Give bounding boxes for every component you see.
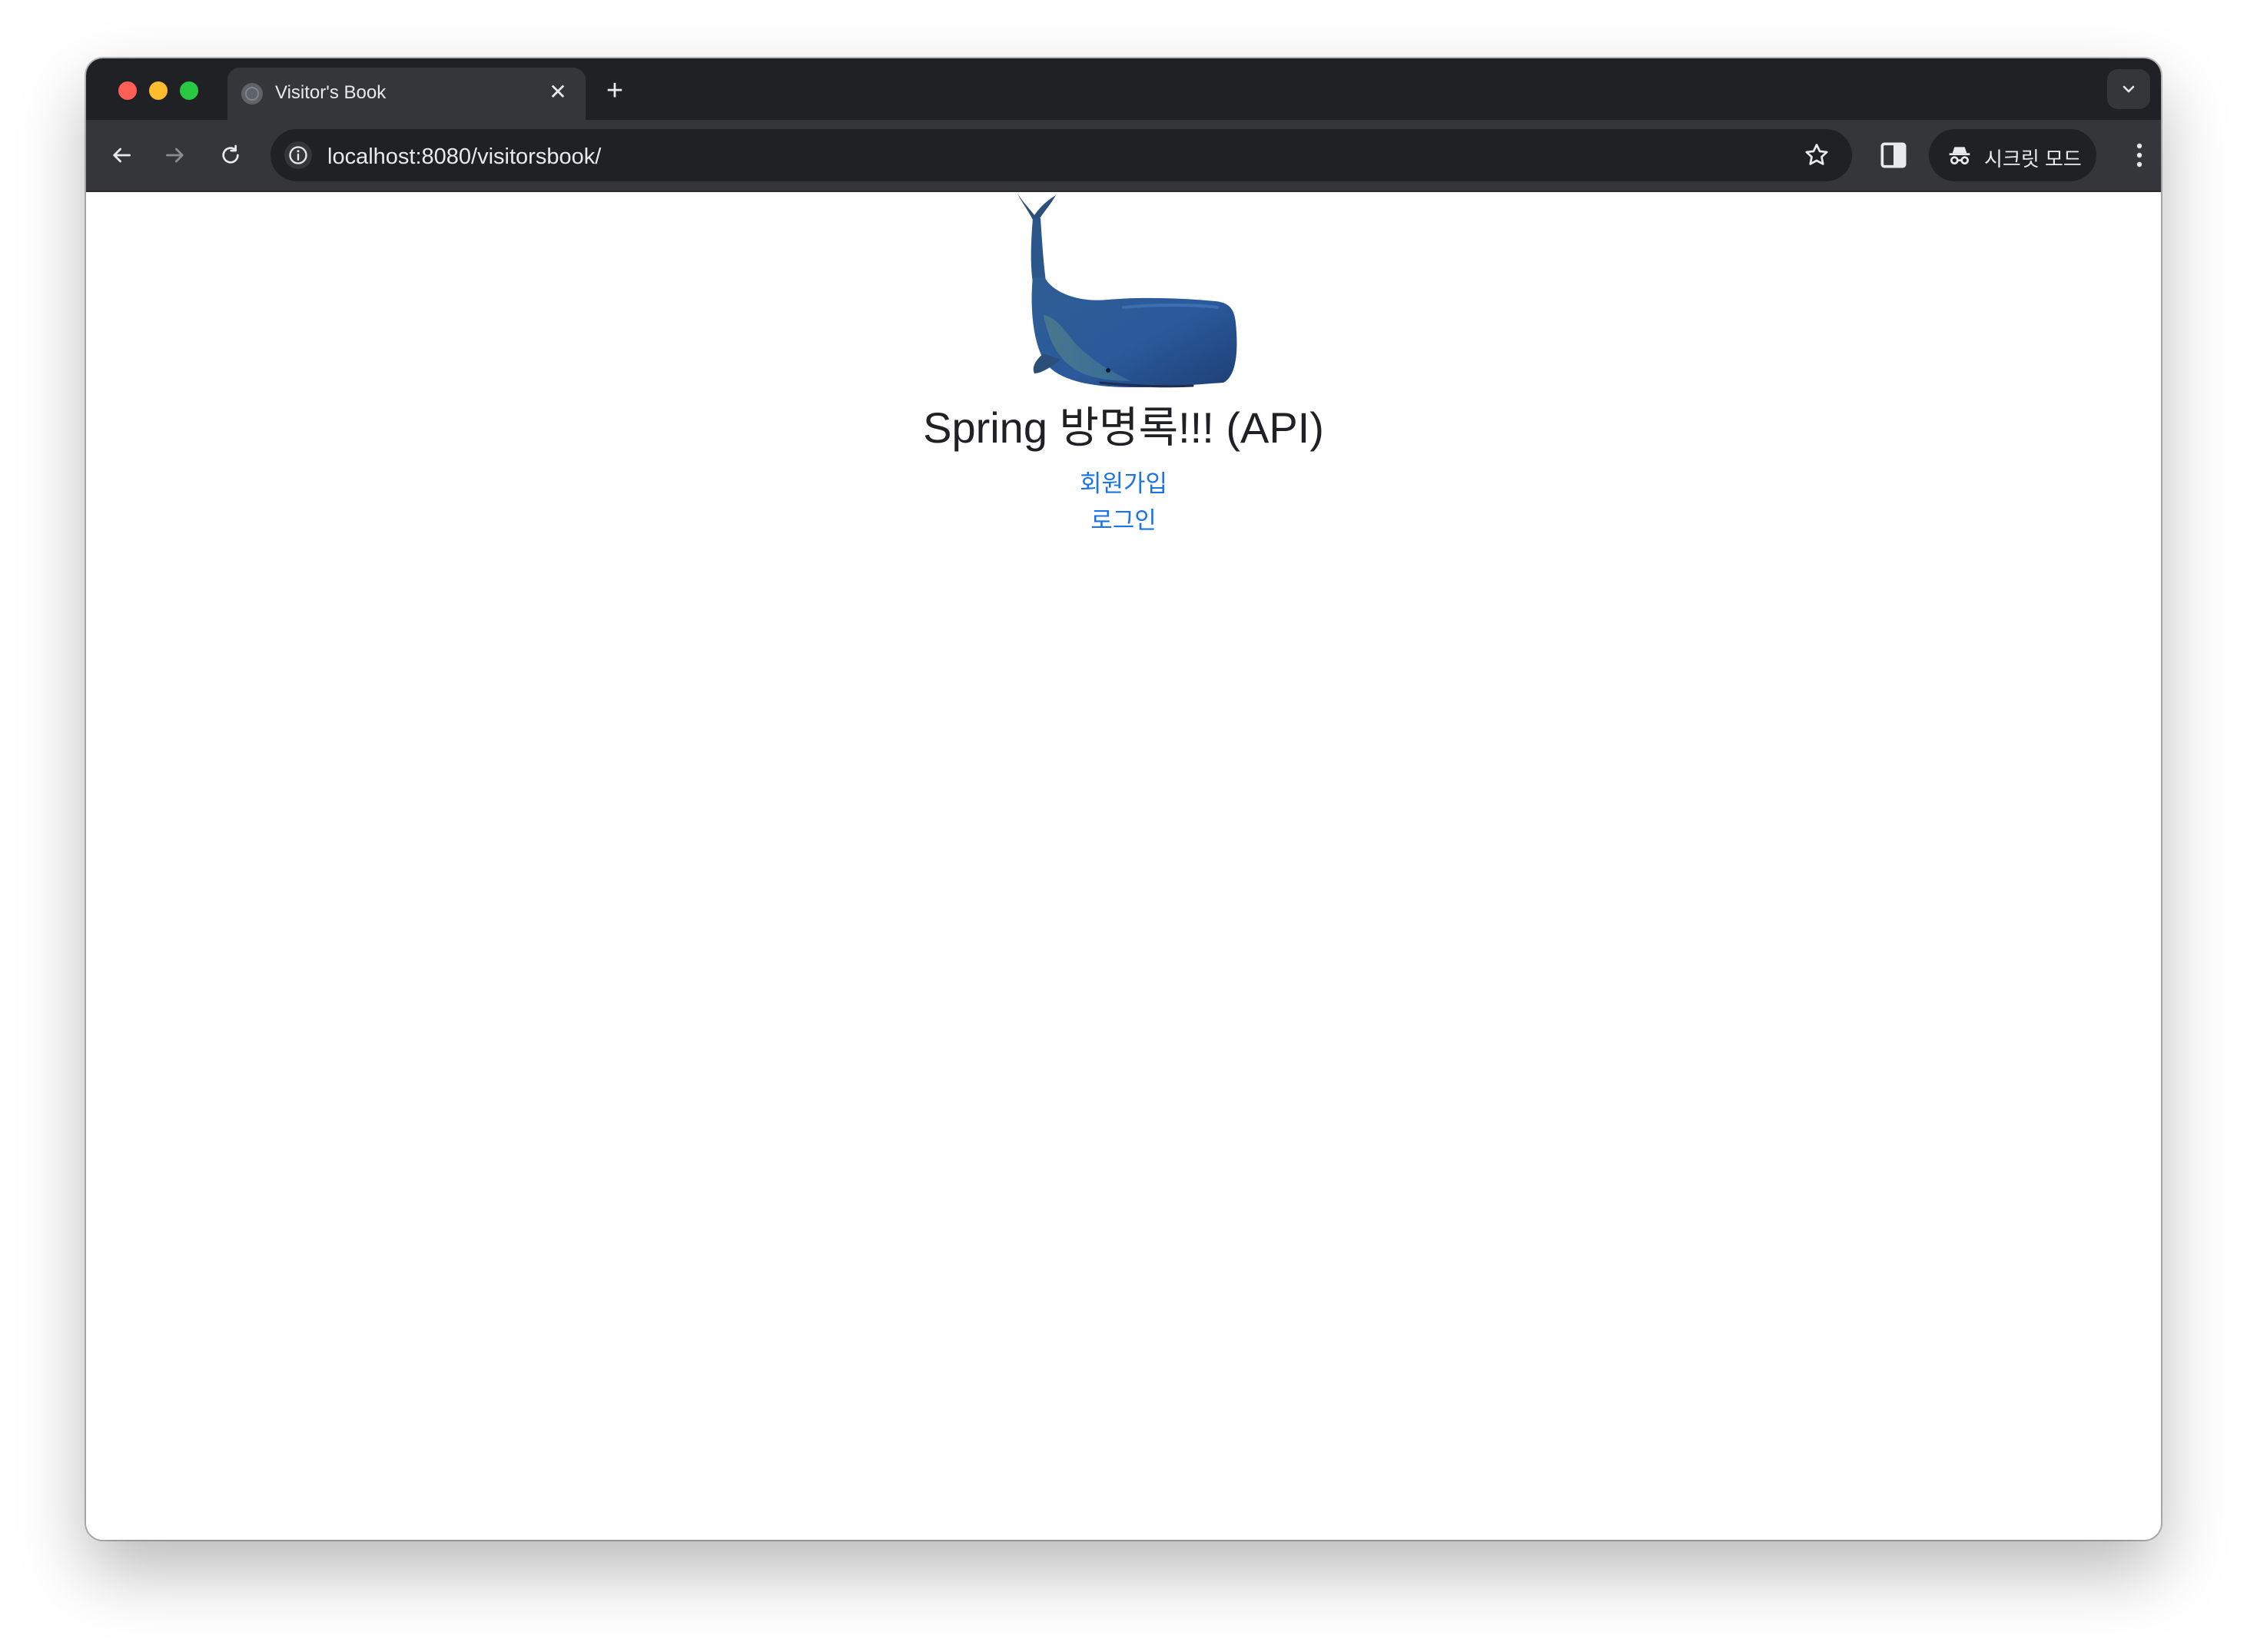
maximize-window-button[interactable] <box>180 81 198 100</box>
signup-link[interactable]: 회원가입 <box>86 466 2161 503</box>
incognito-chip[interactable]: 시크릿 모드 <box>1929 129 2096 181</box>
more-vert-icon <box>2136 143 2142 168</box>
tab-search-button[interactable] <box>2107 69 2150 109</box>
forward-arrow-icon <box>166 148 184 163</box>
globe-icon <box>241 83 263 104</box>
minimize-window-button[interactable] <box>149 81 168 100</box>
page-content: Spring 방명록!!! (API) 회원가입 로그인 <box>86 192 2161 1540</box>
auth-links: 회원가입 로그인 <box>86 466 2161 539</box>
chevron-down-icon <box>2123 85 2135 93</box>
new-tab-button[interactable]: + <box>599 75 630 106</box>
whale-image <box>1017 194 1237 388</box>
reload-button[interactable] <box>212 137 249 174</box>
incognito-icon <box>1949 147 1970 164</box>
address-bar[interactable]: localhost:8080/visitorsbook/ <box>271 129 1852 181</box>
url-text[interactable]: localhost:8080/visitorsbook/ <box>327 144 601 170</box>
incognito-label: 시크릿 모드 <box>1984 148 2082 171</box>
login-link[interactable]: 로그인 <box>86 503 2161 539</box>
tab-visitors-book[interactable]: Visitor's Book ✕ <box>227 68 586 120</box>
reload-icon <box>222 144 239 164</box>
page-title: Spring 방명록!!! (API) <box>923 403 1324 452</box>
close-icon[interactable]: ✕ <box>544 78 572 106</box>
bookmark-button[interactable] <box>1803 141 1830 169</box>
close-window-button[interactable] <box>118 81 137 100</box>
side-panel-icon <box>1880 142 1907 168</box>
tab-strip: Visitor's Book ✕ + <box>86 58 2161 120</box>
forward-button[interactable] <box>157 137 194 174</box>
browser-window: Visitor's Book ✕ + localhost:8080/visito… <box>86 58 2161 1540</box>
star-icon <box>1805 144 1828 165</box>
back-button[interactable] <box>103 137 140 174</box>
browser-toolbar: localhost:8080/visitorsbook/ 시크릿 모드 <box>86 120 2161 192</box>
url-path: :8080/visitorsbook/ <box>415 144 602 169</box>
back-arrow-icon <box>113 148 131 163</box>
tab-title: Visitor's Book <box>275 82 387 103</box>
side-panel-button[interactable] <box>1877 138 1910 172</box>
info-icon <box>289 146 307 164</box>
url-host: localhost <box>327 144 416 169</box>
site-info-button[interactable] <box>284 141 312 169</box>
browser-menu-button[interactable] <box>2121 137 2158 174</box>
